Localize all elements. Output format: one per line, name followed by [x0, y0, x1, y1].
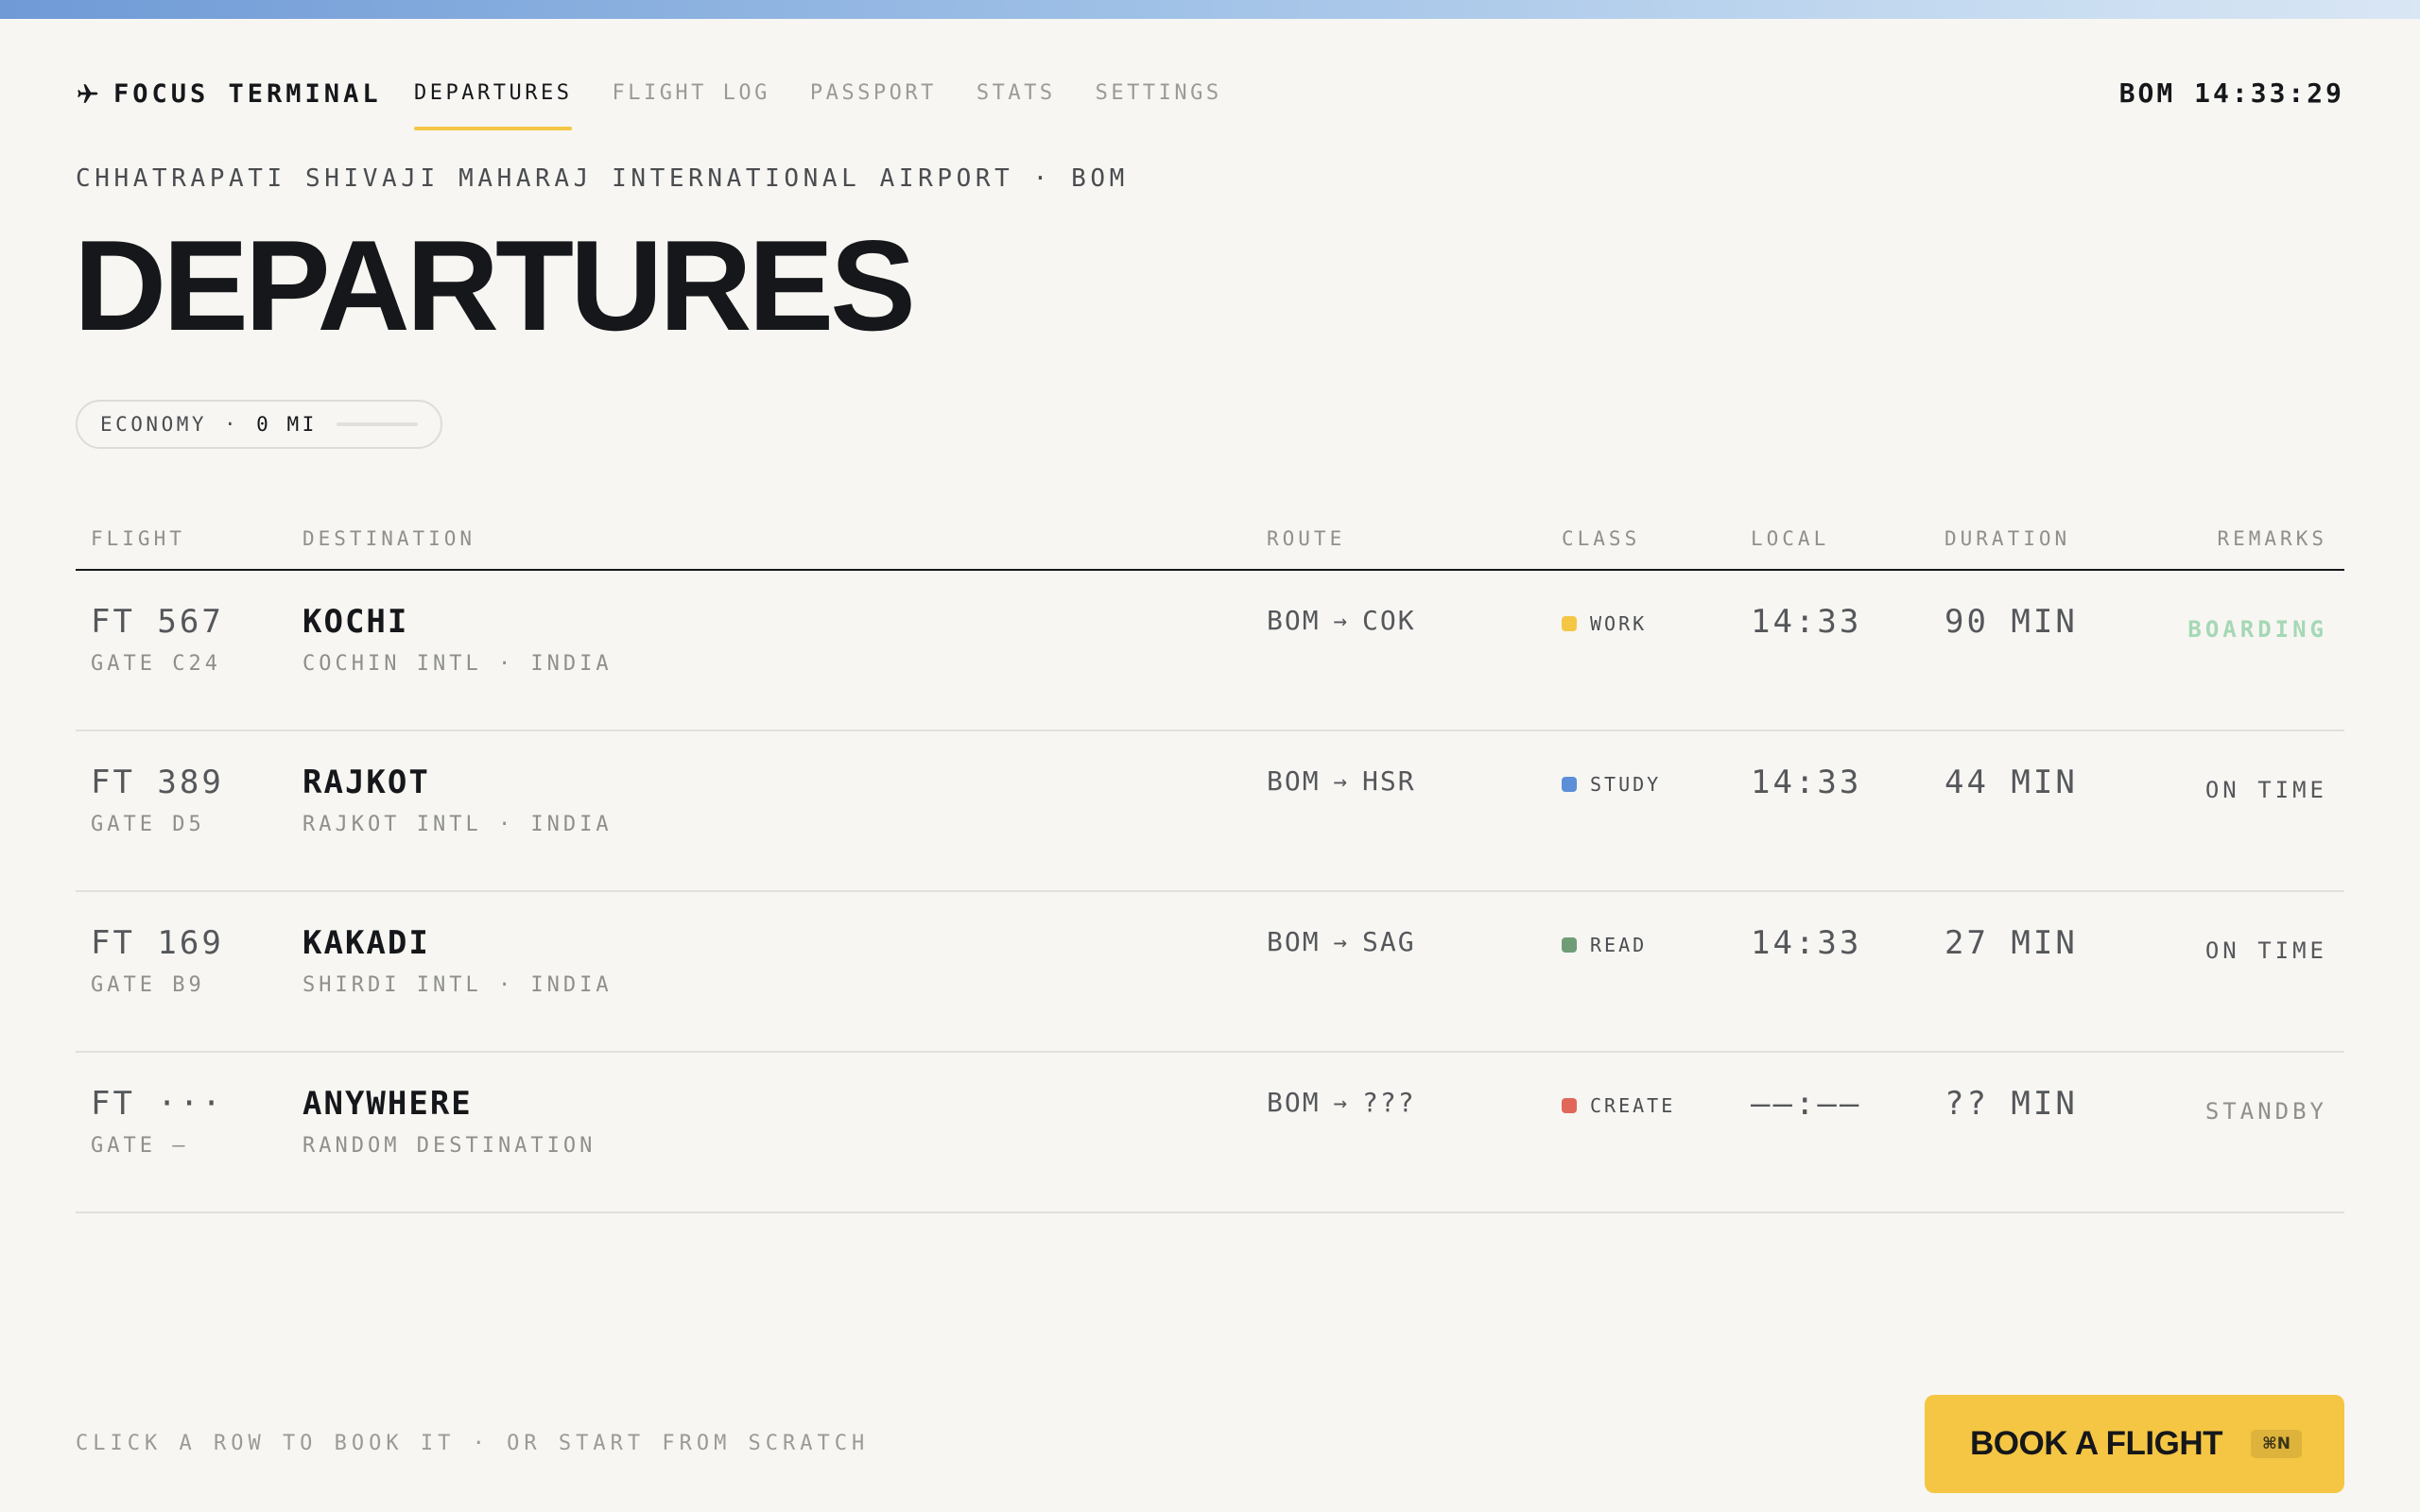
tier-label: ECONOMY [100, 413, 208, 436]
route-to: COK [1362, 605, 1416, 636]
book-flight-button[interactable]: BOOK A FLIGHT ⌘N [1925, 1395, 2344, 1493]
remark-status: ON TIME [2204, 937, 2327, 964]
footer-hint: CLICK A ROW TO BOOK IT · OR START FROM S… [76, 1432, 870, 1455]
destination-airport: RANDOM DESTINATION [302, 1134, 596, 1158]
book-flight-label: BOOK A FLIGHT [1970, 1425, 2223, 1462]
header-remarks: REMARKS [2217, 527, 2327, 550]
route-from: BOM [1267, 605, 1321, 636]
flight-number: FT ··· [91, 1085, 224, 1123]
clock: BOM 14:33:29 [2118, 77, 2344, 109]
remark-status: ON TIME [2204, 777, 2327, 803]
flight-class: CREATE [1562, 1094, 1675, 1117]
gate: GATE B9 [91, 973, 205, 997]
route-to: HSR [1362, 765, 1416, 797]
gate: GATE — [91, 1134, 189, 1158]
table-row[interactable]: FT ··· GATE — ANYWHERE RANDOM DESTINATIO… [76, 1053, 2344, 1213]
route: BOM → SAG [1267, 926, 1416, 957]
flight-class: READ [1562, 934, 1647, 956]
nav-settings[interactable]: SETTINGS [1096, 77, 1222, 130]
destination-name: KOCHI [302, 603, 409, 641]
route-from: BOM [1267, 1087, 1321, 1118]
gate: GATE C24 [91, 652, 221, 676]
class-color-swatch [1562, 777, 1577, 792]
destination-airport: RAJKOT INTL · INDIA [302, 813, 613, 836]
top-gradient-bar [0, 0, 2420, 19]
brand[interactable]: FOCUS TERMINAL [76, 76, 382, 112]
class-label: READ [1590, 934, 1648, 956]
arrow-right-icon: → [1333, 767, 1350, 795]
duration: ?? MIN [1945, 1085, 2078, 1123]
nav-departures[interactable]: DEPARTURES [414, 77, 573, 130]
page-title: DEPARTURES [74, 214, 916, 357]
destination-airport: COCHIN INTL · INDIA [302, 652, 613, 676]
destination-name: ANYWHERE [302, 1085, 473, 1123]
local-time: ——:—— [1751, 1085, 1862, 1123]
flight-number: FT 567 [91, 603, 224, 641]
flight-class: STUDY [1562, 773, 1661, 796]
destination-name: KAKADI [302, 924, 430, 962]
class-label: STUDY [1590, 773, 1662, 796]
local-time: 14:33 [1751, 764, 1862, 801]
route-to: SAG [1362, 926, 1416, 957]
class-color-swatch [1562, 616, 1577, 631]
flight-number: FT 389 [91, 764, 224, 801]
header-route: ROUTE [1267, 527, 1346, 550]
flight-number: FT 169 [91, 924, 224, 962]
table-row[interactable]: FT 567 GATE C24 KOCHI COCHIN INTL · INDI… [76, 571, 2344, 731]
duration: 90 MIN [1945, 603, 2078, 641]
class-label: CREATE [1590, 1094, 1676, 1117]
route: BOM → HSR [1267, 765, 1416, 797]
tier-miles: 0 MI [256, 413, 318, 436]
main-nav: DEPARTURES FLIGHT LOG PASSPORT STATS SET… [414, 77, 1262, 130]
class-color-swatch [1562, 1098, 1577, 1113]
local-time: 14:33 [1751, 924, 1862, 962]
header-flight: FLIGHT [91, 527, 185, 550]
keyboard-shortcut-badge: ⌘N [2251, 1430, 2302, 1458]
destination-airport: SHIRDI INTL · INDIA [302, 973, 613, 997]
nav-flight-log[interactable]: FLIGHT LOG [612, 77, 769, 130]
header-destination: DESTINATION [302, 527, 476, 550]
brand-name: FOCUS TERMINAL [113, 78, 382, 109]
local-time: 14:33 [1751, 603, 1862, 641]
tier-progress-bar [336, 422, 418, 426]
destination-name: RAJKOT [302, 764, 430, 801]
flight-class: WORK [1562, 612, 1647, 635]
arrow-right-icon: → [1333, 1089, 1350, 1116]
tier-separator: · [224, 413, 240, 436]
route-from: BOM [1267, 926, 1321, 957]
header-local: LOCAL [1751, 527, 1830, 550]
airport-name: CHHATRAPATI SHIVAJI MAHARAJ INTERNATIONA… [76, 164, 1129, 193]
gate: GATE D5 [91, 813, 205, 836]
route-to: ??? [1362, 1087, 1416, 1118]
class-color-swatch [1562, 937, 1577, 953]
plane-icon [78, 84, 98, 103]
duration: 44 MIN [1945, 764, 2078, 801]
route-from: BOM [1267, 765, 1321, 797]
arrow-right-icon: → [1333, 928, 1350, 955]
table-row[interactable]: FT 389 GATE D5 RAJKOT RAJKOT INTL · INDI… [76, 731, 2344, 892]
remark-status: BOARDING [2187, 616, 2327, 643]
route: BOM → COK [1267, 605, 1416, 636]
table-row[interactable]: FT 169 GATE B9 KAKADI SHIRDI INTL · INDI… [76, 892, 2344, 1053]
tier-badge[interactable]: ECONOMY · 0 MI [76, 400, 442, 449]
header-duration: DURATION [1945, 527, 2071, 550]
nav-passport[interactable]: PASSPORT [810, 77, 937, 130]
arrow-right-icon: → [1333, 607, 1350, 634]
class-label: WORK [1590, 612, 1648, 635]
nav-stats[interactable]: STATS [977, 77, 1056, 130]
departures-board: FLIGHT DESTINATION ROUTE CLASS LOCAL DUR… [76, 518, 2344, 1213]
header-class: CLASS [1562, 527, 1641, 550]
remark-status: STANDBY [2204, 1098, 2327, 1125]
table-header: FLIGHT DESTINATION ROUTE CLASS LOCAL DUR… [76, 518, 2344, 571]
route: BOM → ??? [1267, 1087, 1416, 1118]
duration: 27 MIN [1945, 924, 2078, 962]
